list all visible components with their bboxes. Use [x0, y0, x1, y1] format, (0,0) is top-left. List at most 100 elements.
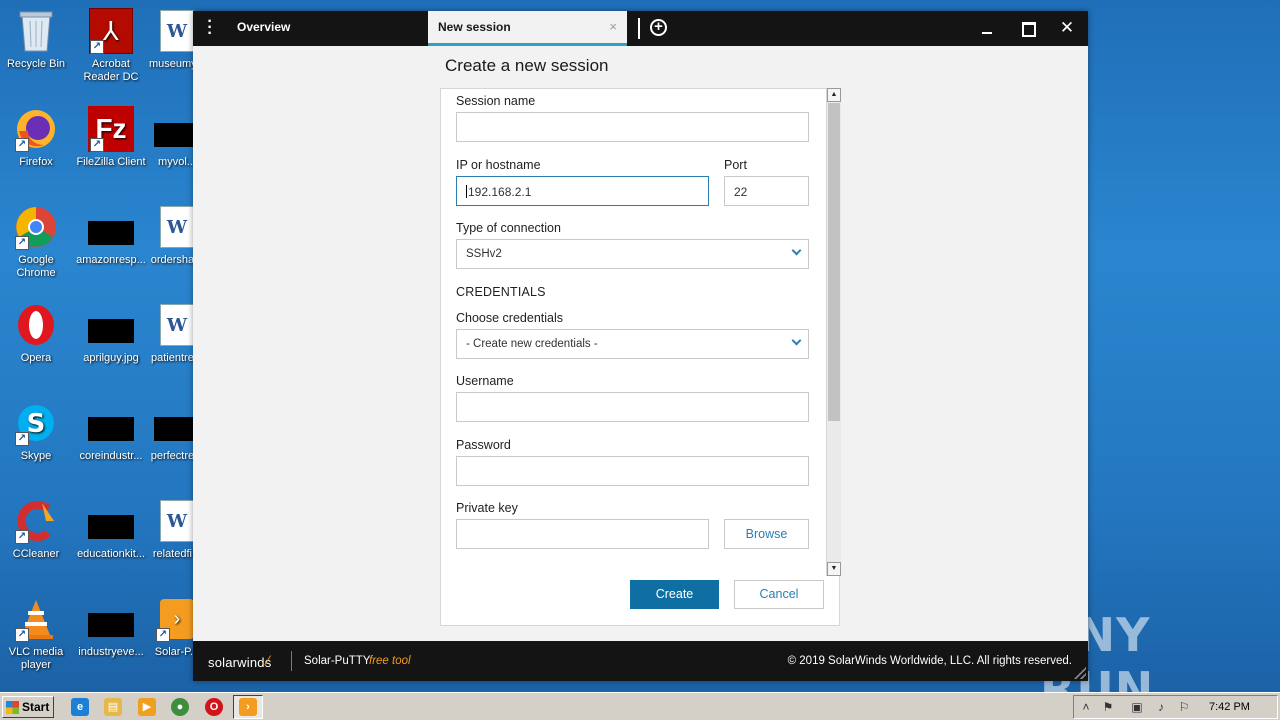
flag-icon[interactable]: ⚐ [1177, 700, 1191, 714]
desktop-icon-firefox[interactable]: ↗ Firefox [0, 106, 74, 169]
solarwinds-logo: solarwinds [208, 655, 272, 670]
desktop-icon-vlc[interactable]: ↗ VLC media player [0, 596, 74, 672]
desktop-icon-label: Acrobat Reader DC [83, 58, 139, 83]
black-thumbnail-icon [88, 302, 134, 348]
solar-putty-icon: › [239, 698, 257, 716]
shortcut-arrow-icon: ↗ [156, 628, 170, 642]
desktop-icon-label: Skype [20, 450, 52, 462]
black-thumbnail-icon [88, 400, 134, 446]
desktop-icon-ccleaner[interactable]: ↗ CCleaner [0, 498, 74, 561]
desktop-icon-skype[interactable]: S ↗ Skype [0, 400, 74, 463]
scroll-up-icon[interactable]: ▲ [827, 88, 841, 102]
tab-label: New session [438, 20, 511, 34]
vlc-icon: ↗ [13, 596, 59, 642]
desktop-icon-file[interactable]: amazonresp... [73, 204, 149, 267]
cancel-button[interactable]: Cancel [734, 580, 824, 609]
host-label: IP or hostname [456, 158, 541, 172]
explorer-icon[interactable]: ▤ [104, 698, 122, 716]
copyright-text: © 2019 SolarWinds Worldwide, LLC. All ri… [787, 655, 1072, 667]
tab-divider [638, 18, 640, 39]
host-input[interactable]: 192.168.2.1 [456, 176, 709, 206]
taskbar-item-solar-putty[interactable]: › [233, 695, 263, 719]
clock[interactable]: 7:42 PM [1209, 701, 1250, 713]
tab-label: Overview [237, 20, 291, 34]
password-input[interactable] [456, 456, 809, 486]
close-tab-icon[interactable]: × [609, 19, 617, 34]
credentials-select[interactable]: - Create new credentials - [456, 329, 809, 359]
shortcut-arrow-icon: ↗ [15, 138, 29, 152]
media-player-icon[interactable]: ▶ [138, 698, 156, 716]
chrome-icon[interactable]: ● [171, 698, 189, 716]
connection-type-value: SSHv2 [466, 248, 502, 260]
firefox-icon: ↗ [13, 106, 59, 152]
menu-kebab-icon[interactable]: · · · [203, 14, 217, 42]
desktop-icon-recycle-bin[interactable]: Recycle Bin [0, 8, 74, 71]
maximize-button[interactable] [1015, 17, 1039, 39]
taskbar: Start e ▤ ▶ ● O › ˄ ⚑ ▣ ♪ ⚐ 7:42 PM [0, 692, 1280, 720]
tab-overview[interactable]: Overview [227, 11, 427, 46]
footer-bar: solarwinds ⁄ Solar-PuTTY free tool © 201… [193, 641, 1088, 681]
scroll-down-icon[interactable]: ▼ [827, 562, 841, 576]
windows-logo-icon [6, 701, 19, 714]
shortcut-arrow-icon: ↗ [15, 628, 29, 642]
desktop-icon-label: amazonresp... [76, 254, 146, 266]
title-bar: · · · Overview New session × + ✕ [193, 11, 1088, 46]
resize-grip-icon[interactable] [1074, 667, 1086, 679]
ie-icon[interactable]: e [71, 698, 89, 716]
svg-text:S: S [27, 409, 46, 439]
show-hidden-icons-icon[interactable]: ˄ [1079, 700, 1093, 714]
desktop-icon-file[interactable]: industryeve... [73, 596, 149, 659]
credentials-value: - Create new credentials - [466, 338, 598, 350]
network-icon[interactable]: ▣ [1130, 700, 1144, 714]
scroll-thumb[interactable] [828, 103, 840, 421]
session-name-input[interactable] [456, 112, 809, 142]
skype-icon: S ↗ [13, 400, 59, 446]
desktop-icon-acrobat[interactable]: ⅄ ↗ Acrobat Reader DC [73, 8, 149, 84]
create-button[interactable]: Create [630, 580, 719, 609]
private-key-label: Private key [456, 501, 518, 515]
form-scrollbar[interactable]: ▲ ▼ [826, 88, 841, 576]
private-key-input[interactable] [456, 519, 709, 549]
desktop-icon-label: educationkit... [77, 548, 145, 560]
port-value: 22 [734, 185, 748, 199]
chrome-icon: ↗ [13, 204, 59, 250]
solar-putty-window: · · · Overview New session × + ✕ Create a … [193, 11, 1088, 681]
volume-icon[interactable]: ♪ [1154, 700, 1168, 714]
desktop-icon-chrome[interactable]: ↗ Google Chrome [0, 204, 74, 280]
tab-new-session[interactable]: New session × [428, 11, 627, 46]
desktop-icon-file[interactable]: educationkit... [73, 498, 149, 561]
browse-button[interactable]: Browse [724, 519, 809, 549]
desktop-icon-filezilla[interactable]: Fz ↗ FileZilla Client [73, 106, 149, 169]
desktop-icon-label: myvol... [158, 156, 196, 168]
desktop-icon-label: CCleaner [12, 548, 60, 560]
desktop-icon-file[interactable]: aprilguy.jpg [73, 302, 149, 365]
start-label: Start [22, 700, 50, 714]
password-label: Password [456, 438, 511, 452]
desktop-icon-label: Recycle Bin [6, 58, 66, 70]
footer-divider [291, 651, 292, 671]
username-input[interactable] [456, 392, 809, 422]
desktop-icon-label: aprilguy.jpg [83, 352, 139, 364]
desktop-icon-label: coreindustr... [79, 450, 143, 462]
connection-type-select[interactable]: SSHv2 [456, 239, 809, 269]
desktop-icon-label: Opera [20, 352, 52, 364]
connection-type-label: Type of connection [456, 221, 561, 235]
product-name: Solar-PuTTY [304, 655, 371, 667]
black-thumbnail-icon [88, 596, 134, 642]
port-input[interactable]: 22 [724, 176, 809, 206]
desktop-icon-file[interactable]: coreindustr... [73, 400, 149, 463]
desktop-icon-label: industryeve... [78, 646, 144, 658]
filezilla-icon: Fz ↗ [88, 106, 134, 152]
system-tray: ˄ ⚑ ▣ ♪ ⚐ 7:42 PM [1073, 695, 1278, 719]
add-tab-icon[interactable]: + [650, 19, 667, 36]
product-tag: free tool [369, 655, 411, 667]
opera-icon[interactable]: O [205, 698, 223, 716]
action-center-icon[interactable]: ⚑ [1101, 700, 1115, 714]
start-button[interactable]: Start [2, 696, 54, 718]
shortcut-arrow-icon: ↗ [15, 530, 29, 544]
desktop-icon-opera[interactable]: Opera [0, 302, 74, 365]
close-window-button[interactable]: ✕ [1055, 17, 1079, 39]
ccleaner-icon: ↗ [13, 498, 59, 544]
minimize-button[interactable] [975, 17, 999, 39]
desktop-icon-label: Google Chrome [16, 254, 56, 279]
